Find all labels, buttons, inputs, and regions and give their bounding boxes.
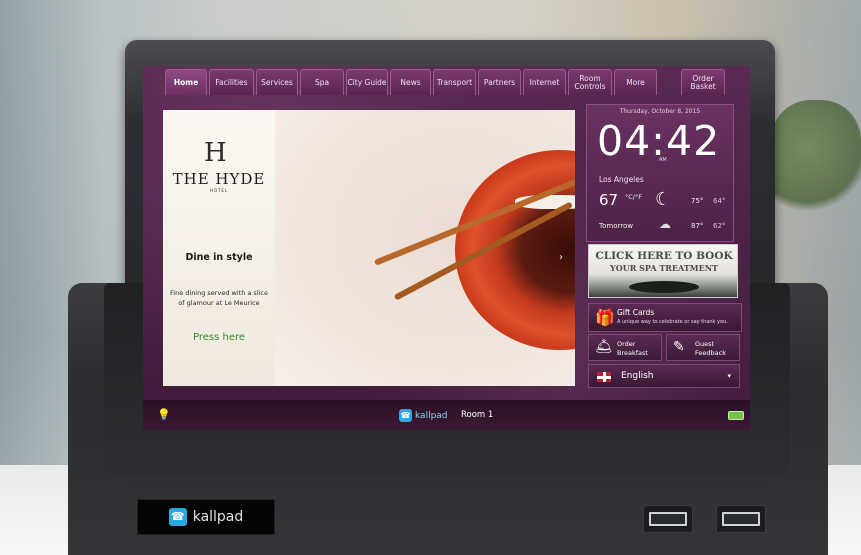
press-here-link[interactable]: Press here — [163, 332, 275, 343]
guest-feedback-label: Guest Feedback — [695, 340, 726, 357]
tomorrow-label: Tomorrow — [599, 222, 633, 230]
temperature-unit-toggle[interactable]: °C/°F — [625, 193, 642, 201]
hotel-name: THE HYDE — [172, 170, 266, 188]
weather-city: Los Angeles — [599, 175, 644, 184]
gift-icon: 🎁 — [595, 308, 615, 327]
promo-image — [275, 110, 575, 386]
today-high: 75° — [691, 197, 704, 205]
clock-weather-widget: Thursday, October 8, 2015 04:42 AM Los A… — [586, 104, 734, 242]
usb-port-2 — [716, 505, 766, 533]
promo-description: Fine dining served with a slice of glamo… — [170, 289, 268, 307]
next-slide-arrow-icon[interactable]: › — [559, 252, 563, 263]
usb-port-1 — [643, 505, 693, 533]
lips-image — [455, 150, 575, 350]
room-label: Room 1 — [461, 410, 494, 420]
device-logo-icon: ☎ — [168, 508, 187, 526]
spa-stones-image — [629, 281, 699, 293]
battery-icon — [728, 411, 744, 420]
tab-city-guide[interactable]: City Guide — [346, 69, 388, 95]
tab-more[interactable]: More — [614, 69, 657, 95]
background-plant — [771, 100, 861, 220]
order-breakfast-label: Order Breakfast — [617, 340, 648, 357]
uk-flag-icon — [597, 372, 611, 382]
light-bulb-icon[interactable]: 💡 — [157, 408, 171, 421]
order-breakfast-button[interactable]: 🛎 Order Breakfast — [588, 334, 662, 361]
current-date: Thursday, October 8, 2015 — [619, 108, 701, 115]
am-pm-indicator: AM — [659, 157, 667, 163]
tab-room-controls[interactable]: Room Controls — [568, 69, 612, 95]
feedback-icon: ✎ — [673, 339, 685, 355]
promo-text-panel: H THE HYDE HOTEL Dine in style Fine dini… — [163, 110, 275, 386]
language-select[interactable]: English ▾ — [588, 364, 740, 388]
hotel-logo-mark: H — [204, 138, 227, 168]
tab-spa[interactable]: Spa — [300, 69, 344, 95]
current-temperature: 67 — [599, 191, 619, 209]
status-bar: 💡 ☎ kallpad Room 1 — [143, 400, 750, 430]
main-nav-tabs: Home Facilities Services Spa City Guide … — [165, 69, 725, 95]
tab-home[interactable]: Home — [165, 69, 207, 95]
tab-partners[interactable]: Partners — [478, 69, 521, 95]
moon-icon: ☾ — [655, 189, 672, 210]
device-brand-plate: ☎ kallpad — [137, 499, 275, 535]
device-brand-text: kallpad — [192, 509, 244, 525]
kallpad-logo-text: kallpad — [415, 410, 448, 421]
gift-cards-subtitle: A unique way to celebrate or say thank y… — [617, 319, 728, 325]
tab-news[interactable]: News — [390, 69, 431, 95]
kallpad-logo: ☎ kallpad — [399, 409, 448, 422]
hotel-subtitle: HOTEL — [209, 188, 229, 193]
tab-facilities[interactable]: Facilities — [209, 69, 254, 95]
language-label: English — [621, 371, 654, 381]
cloud-icon: ☁ — [659, 217, 671, 231]
tab-transport[interactable]: Transport — [433, 69, 476, 95]
tablet-screen: Home Facilities Services Spa City Guide … — [143, 66, 750, 430]
today-low: 64° — [713, 197, 726, 205]
kallpad-logo-icon: ☎ — [399, 409, 412, 422]
gift-cards-button[interactable]: 🎁 Gift Cards A unique way to celebrate o… — [588, 303, 742, 332]
service-bell-icon: 🛎 — [595, 339, 613, 355]
chevron-down-icon: ▾ — [727, 372, 731, 380]
tab-internet[interactable]: Internet — [523, 69, 566, 95]
spa-banner-line1: CLICK HERE TO BOOK — [595, 250, 733, 262]
spa-booking-banner[interactable]: CLICK HERE TO BOOK YOUR SPA TREATMENT — [588, 244, 738, 298]
spa-banner-line2: YOUR SPA TREATMENT — [610, 263, 718, 273]
tab-services[interactable]: Services — [256, 69, 298, 95]
tomorrow-high: 87° — [691, 222, 704, 230]
tomorrow-low: 62° — [713, 222, 726, 230]
tab-order-basket[interactable]: Order Basket — [681, 69, 725, 95]
promo-headline: Dine in style — [185, 252, 253, 263]
gift-cards-title: Gift Cards — [617, 308, 655, 317]
promo-banner[interactable]: H THE HYDE HOTEL Dine in style Fine dini… — [163, 110, 575, 386]
guest-feedback-button[interactable]: ✎ Guest Feedback — [666, 334, 740, 361]
